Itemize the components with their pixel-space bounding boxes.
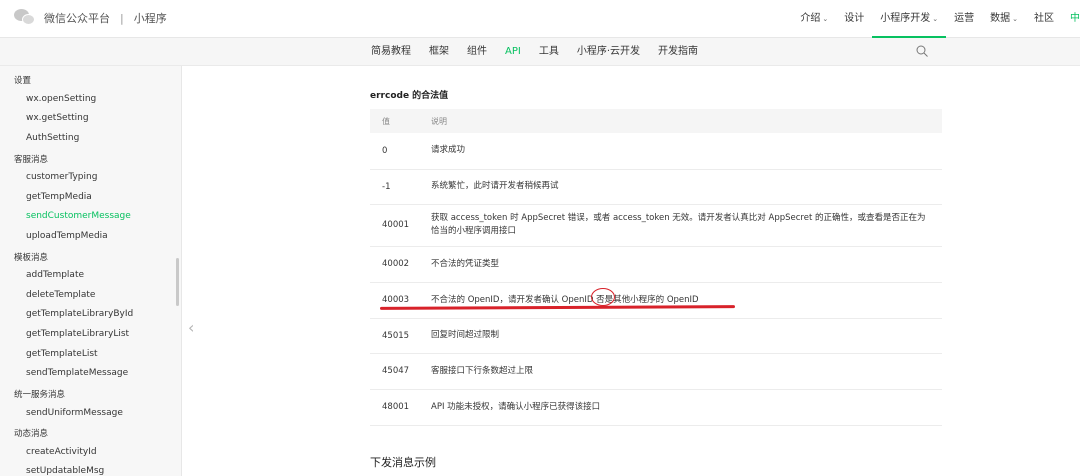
top-nav-item[interactable]: 社区 xyxy=(1026,0,1062,38)
subnav-tab[interactable]: 工具 xyxy=(530,38,568,66)
brand-logo[interactable]: 微信公众平台 | 小程序 xyxy=(14,9,167,27)
sidebar-item[interactable]: sendUniformMessage xyxy=(26,408,123,418)
top-nav-item[interactable]: 小程序开发 ⌄ xyxy=(872,0,947,38)
errcode-description: 回复时间超过限制 xyxy=(420,318,942,354)
table-row: 0 请求成功 xyxy=(370,133,942,170)
table-row: 45047 客服接口下行条数超过上限 xyxy=(370,353,942,390)
top-nav-item[interactable]: 中 xyxy=(1062,0,1080,38)
subnav-tab[interactable]: 开发指南 xyxy=(649,38,707,66)
errcode-description: 获取 access_token 时 AppSecret 错误，或者 access… xyxy=(420,204,942,247)
top-header: 微信公众平台 | 小程序 介绍 ⌄ 设计 小程序开发 ⌄ 运营 数据 ⌄ 社区中 xyxy=(0,0,1080,38)
top-nav-label: 小程序开发 xyxy=(880,13,931,24)
top-nav-item[interactable]: 数据 ⌄ xyxy=(982,0,1026,38)
top-nav-label: 运营 xyxy=(954,13,975,24)
top-nav-item[interactable]: 运营 xyxy=(946,0,982,38)
table-row: -1 系统繁忙，此时请开发者稍候再试 xyxy=(370,169,942,205)
sidebar-item[interactable]: wx.openSetting xyxy=(26,94,96,104)
chevron-down-icon: ⌄ xyxy=(1012,15,1018,23)
sidebar-item[interactable]: AuthSetting xyxy=(26,133,79,143)
errcode-description: 客服接口下行条数超过上限 xyxy=(420,353,942,390)
top-nav-label: 数据 xyxy=(990,13,1011,24)
subnav-tab[interactable]: 组件 xyxy=(458,38,496,66)
sidebar-item[interactable]: wx.getSetting xyxy=(26,113,89,123)
sidebar-item[interactable]: sendCustomerMessage xyxy=(26,211,131,221)
subnav-tab[interactable]: 小程序·云开发 xyxy=(568,38,649,66)
sidebar-item[interactable]: addTemplate xyxy=(26,270,84,280)
sidebar-item[interactable]: getTemplateLibraryById xyxy=(26,309,133,319)
top-nav-label: 中 xyxy=(1070,13,1080,24)
top-nav-item[interactable]: 设计 xyxy=(836,0,872,38)
table-row: 40001 获取 access_token 时 AppSecret 错误，或者 a… xyxy=(370,204,942,247)
sidebar-item[interactable]: getTemplateLibraryList xyxy=(26,329,129,339)
table-row: 48001 API 功能未授权，请确认小程序已获得该接口 xyxy=(370,389,942,426)
top-nav-item[interactable]: 介绍 ⌄ xyxy=(792,0,836,38)
table-row: 40003 不合法的 OpenID，请开发者确认 OpenID 否是其他小程序的 … xyxy=(370,282,942,319)
errcode-value: 48001 xyxy=(370,389,420,426)
sidebar-item[interactable]: createActivityId xyxy=(26,447,97,457)
chevron-down-icon: ⌄ xyxy=(932,15,939,23)
column-header-value: 值 xyxy=(382,116,390,126)
subnav-tab[interactable]: API xyxy=(496,38,530,66)
sidebar-item[interactable]: uploadTempMedia xyxy=(26,231,108,241)
errcode-table: 值 说明 0 请求成功 -1 系统繁忙，此时请开发者稍候再试 40001 获取 acces… xyxy=(370,109,942,426)
errcode-value: 45015 xyxy=(370,318,420,354)
sidebar-group-label: 统一服务消息 xyxy=(14,390,66,400)
chevron-down-icon: ⌄ xyxy=(822,15,829,23)
search-icon[interactable] xyxy=(916,45,928,57)
api-sidebar: 设置 wx.openSetting wx.getSetting AuthSetting… xyxy=(0,66,182,476)
sidebar-item[interactable]: setUpdatableMsg xyxy=(26,466,104,476)
errcode-value: 0 xyxy=(370,133,420,170)
top-nav-label: 介绍 xyxy=(800,13,821,24)
product-name: 小程序 xyxy=(133,12,167,25)
subnav-tab[interactable]: 框架 xyxy=(420,38,458,66)
errcode-value: 40003 xyxy=(370,282,420,319)
top-nav-label: 设计 xyxy=(844,13,865,24)
errcode-description: 不合法的凭证类型 xyxy=(420,246,942,283)
sidebar-group-label: 模板消息 xyxy=(14,253,49,263)
column-header-desc: 说明 xyxy=(431,116,447,126)
errcode-value: -1 xyxy=(370,169,420,205)
errcode-description: 请求成功 xyxy=(420,133,942,170)
errcode-description: 不合法的 OpenID，请开发者确认 OpenID 否是其他小程序的 OpenI… xyxy=(420,282,942,319)
errcode-value: 45047 xyxy=(370,353,420,390)
top-nav: 介绍 ⌄ 设计 小程序开发 ⌄ 运营 数据 ⌄ 社区中 xyxy=(792,0,1080,38)
top-nav-label: 社区 xyxy=(1034,13,1054,24)
sidebar-item[interactable]: customerTyping xyxy=(26,172,97,182)
sidebar-group-label: 设置 xyxy=(14,76,32,86)
brand-name: 微信公众平台 xyxy=(44,12,110,25)
sidebar-group-label: 客服消息 xyxy=(14,155,49,165)
table-row: 40002 不合法的凭证类型 xyxy=(370,246,942,283)
section-title: errcode 的合法值 xyxy=(370,91,449,101)
sidebar-item[interactable]: getTempMedia xyxy=(26,192,92,202)
subnav-tab[interactable]: 简易教程 xyxy=(362,38,420,66)
example-section-title: 下发消息示例 xyxy=(370,456,436,469)
red-circle-annotation xyxy=(591,288,615,306)
sidebar-item[interactable]: sendTemplateMessage xyxy=(26,368,128,378)
errcode-description: 系统繁忙，此时请开发者稍候再试 xyxy=(420,169,942,205)
wechat-logo-icon xyxy=(14,9,36,27)
table-header-row: 值 说明 xyxy=(370,109,942,133)
table-row: 45015 回复时间超过限制 xyxy=(370,318,942,354)
collapse-sidebar-chevron-icon[interactable]: ‹ xyxy=(188,318,202,338)
errcode-description: API 功能未授权，请确认小程序已获得该接口 xyxy=(420,389,942,426)
brand-separator: | xyxy=(120,11,124,25)
sub-nav: 简易教程 框架 组件 API 工具 小程序·云开发 开发指南 xyxy=(0,38,1080,66)
sidebar-scrollbar[interactable] xyxy=(176,258,179,306)
errcode-value: 40002 xyxy=(370,246,420,283)
sidebar-item[interactable]: deleteTemplate xyxy=(26,290,95,300)
sidebar-group-label: 动态消息 xyxy=(14,429,49,439)
sidebar-item[interactable]: getTemplateList xyxy=(26,349,98,359)
errcode-value: 40001 xyxy=(370,204,420,247)
